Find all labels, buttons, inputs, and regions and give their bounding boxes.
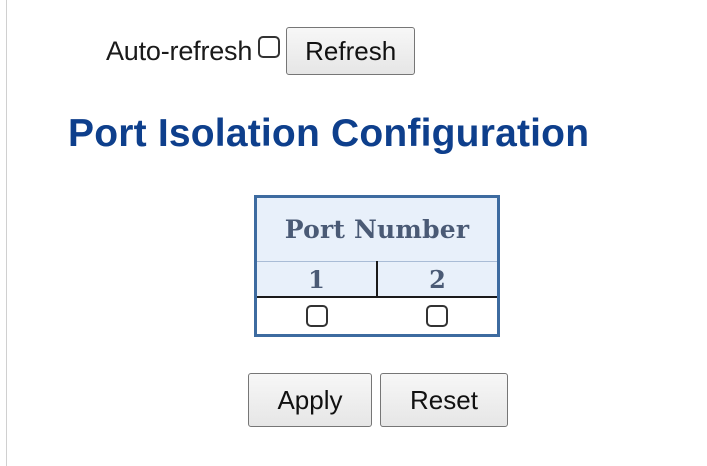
table-header-row: Port Number [255,196,499,262]
port-1-cell [255,297,377,336]
port-2-header: 2 [377,261,499,298]
refresh-button[interactable]: Refresh [286,27,416,75]
auto-refresh-label: Auto-refresh [106,35,253,66]
port-isolation-table: Port Number 1 2 [254,195,500,337]
port-2-checkbox[interactable] [426,305,448,327]
page-title: Port Isolation Configuration [68,112,590,155]
auto-refresh-checkbox[interactable] [258,36,281,58]
port-numbers-row: 1 2 [255,261,499,298]
form-actions: Apply Reset [248,373,508,427]
port-1-header: 1 [255,261,378,298]
refresh-bar: Auto-refresh Refresh [106,26,416,76]
apply-button[interactable]: Apply [248,373,372,427]
frame-left-border [6,0,7,466]
port-number-header: Port Number [255,196,499,262]
table-row [255,297,499,336]
port-2-cell [377,297,499,336]
port-1-checkbox[interactable] [306,305,328,327]
reset-button[interactable]: Reset [380,373,508,427]
